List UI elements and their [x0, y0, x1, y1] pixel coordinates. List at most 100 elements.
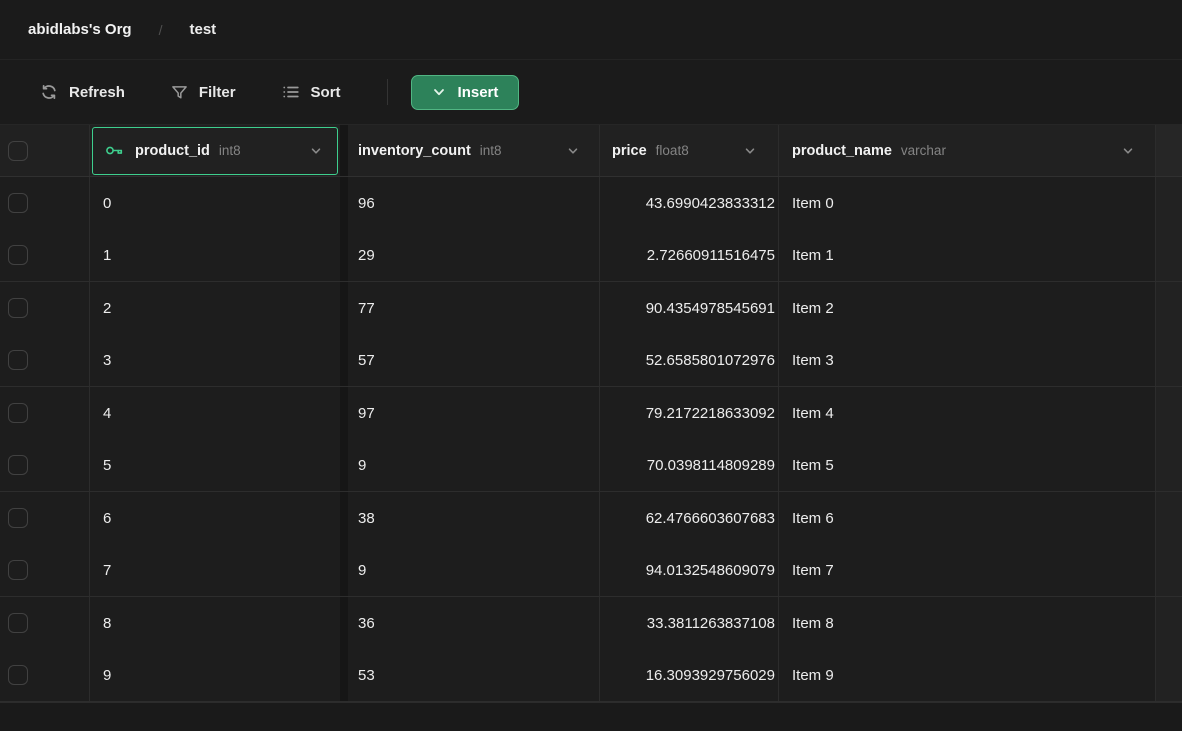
cell-product-name[interactable]: Item 4 [779, 387, 1156, 440]
column-header-product-id-selected[interactable]: product_id int8 [92, 127, 338, 175]
cell-price[interactable]: 33.3811263837108 [600, 597, 779, 650]
cell-inventory-count[interactable]: 9 [348, 440, 600, 492]
cell-inventory-count[interactable]: 53 [348, 650, 600, 702]
row-checkbox[interactable] [8, 193, 28, 213]
column-name: price [612, 143, 647, 159]
cell-price[interactable]: 2.72660911516475 [600, 230, 779, 282]
column-header-product-id: product_id int8 [90, 125, 340, 176]
cell-product-id[interactable]: 9 [90, 650, 340, 702]
grid-gutter [1156, 597, 1182, 650]
cell-price[interactable]: 43.6990423833312 [600, 177, 779, 230]
breadcrumb-table[interactable]: test [189, 21, 216, 38]
row-select-cell [0, 335, 90, 387]
cell-value: 6 [103, 510, 111, 527]
cell-inventory-count[interactable]: 57 [348, 335, 600, 387]
select-all-cell [0, 125, 90, 176]
sort-button[interactable]: Sort [278, 77, 345, 107]
cell-value: 2 [103, 300, 111, 317]
row-checkbox[interactable] [8, 350, 28, 370]
cell-inventory-count[interactable]: 29 [348, 230, 600, 282]
column-spacer [340, 545, 348, 597]
grid-gutter [1156, 177, 1182, 230]
column-spacer [340, 177, 348, 230]
row-checkbox[interactable] [8, 455, 28, 475]
row-checkbox[interactable] [8, 665, 28, 685]
cell-inventory-count[interactable]: 77 [348, 282, 600, 335]
cell-product-id[interactable]: 3 [90, 335, 340, 387]
cell-inventory-count[interactable]: 38 [348, 492, 600, 545]
table-row: 3 57 52.6585801072976 Item 3 [0, 335, 1182, 388]
cell-price[interactable]: 79.2172218633092 [600, 387, 779, 440]
row-checkbox[interactable] [8, 403, 28, 423]
cell-product-id[interactable]: 8 [90, 597, 340, 650]
cell-product-id[interactable]: 6 [90, 492, 340, 545]
row-checkbox[interactable] [8, 245, 28, 265]
select-all-checkbox[interactable] [8, 141, 28, 161]
cell-product-name[interactable]: Item 3 [779, 335, 1156, 387]
column-spacer [340, 597, 348, 650]
cell-price[interactable]: 16.3093929756029 [600, 650, 779, 702]
cell-value: Item 8 [792, 615, 834, 632]
cell-value: 1 [103, 247, 111, 264]
cell-product-name[interactable]: Item 6 [779, 492, 1156, 545]
chevron-down-icon[interactable] [309, 144, 323, 158]
cell-product-id[interactable]: 2 [90, 282, 340, 335]
cell-value: 53 [358, 667, 375, 684]
column-type: varchar [901, 143, 946, 158]
column-header-inventory-count[interactable]: inventory_count int8 [348, 125, 600, 176]
column-type: float8 [656, 143, 689, 158]
cell-product-name[interactable]: Item 7 [779, 545, 1156, 597]
cell-product-name[interactable]: Item 8 [779, 597, 1156, 650]
cell-value: 70.0398114809289 [647, 457, 775, 474]
cell-product-name[interactable]: Item 1 [779, 230, 1156, 282]
grid-gutter [1156, 335, 1182, 387]
toolbar-divider [387, 79, 388, 105]
row-checkbox[interactable] [8, 613, 28, 633]
row-checkbox[interactable] [8, 508, 28, 528]
cell-inventory-count[interactable]: 97 [348, 387, 600, 440]
refresh-button[interactable]: Refresh [36, 77, 129, 107]
cell-product-id[interactable]: 5 [90, 440, 340, 492]
chevron-down-icon[interactable] [566, 144, 580, 158]
cell-price[interactable]: 62.4766603607683 [600, 492, 779, 545]
chevron-down-icon[interactable] [1121, 144, 1135, 158]
cell-product-name[interactable]: Item 0 [779, 177, 1156, 230]
cell-price[interactable]: 94.0132548609079 [600, 545, 779, 597]
cell-product-id[interactable]: 7 [90, 545, 340, 597]
grid-gutter [1156, 440, 1182, 492]
cell-price[interactable]: 52.6585801072976 [600, 335, 779, 387]
list-icon [282, 83, 300, 101]
cell-product-name[interactable]: Item 9 [779, 650, 1156, 702]
cell-value: 9 [358, 457, 366, 474]
column-header-price[interactable]: price float8 [600, 125, 779, 176]
column-header-product-name[interactable]: product_name varchar [779, 125, 1156, 176]
column-type: int8 [480, 143, 502, 158]
cell-product-name[interactable]: Item 5 [779, 440, 1156, 492]
row-checkbox[interactable] [8, 560, 28, 580]
cell-value: 62.4766603607683 [646, 510, 775, 527]
filter-button[interactable]: Filter [167, 78, 240, 107]
cell-value: 38 [358, 510, 375, 527]
cell-value: 3 [103, 352, 111, 369]
chevron-down-icon[interactable] [743, 144, 757, 158]
cell-value: 43.6990423833312 [646, 195, 775, 212]
table-row: 5 9 70.0398114809289 Item 5 [0, 440, 1182, 493]
cell-inventory-count[interactable]: 36 [348, 597, 600, 650]
cell-inventory-count[interactable]: 96 [348, 177, 600, 230]
insert-button[interactable]: Insert [411, 75, 520, 110]
cell-product-id[interactable]: 4 [90, 387, 340, 440]
cell-price[interactable]: 70.0398114809289 [600, 440, 779, 492]
refresh-icon [40, 83, 58, 101]
cell-inventory-count[interactable]: 9 [348, 545, 600, 597]
cell-value: Item 3 [792, 352, 834, 369]
cell-product-id[interactable]: 0 [90, 177, 340, 230]
cell-product-name[interactable]: Item 2 [779, 282, 1156, 335]
cell-value: Item 7 [792, 562, 834, 579]
grid-gutter [1156, 650, 1182, 702]
column-spacer [340, 125, 348, 176]
breadcrumb-org[interactable]: abidlabs's Org [28, 21, 132, 38]
row-checkbox[interactable] [8, 298, 28, 318]
cell-value: 29 [358, 247, 375, 264]
cell-price[interactable]: 90.4354978545691 [600, 282, 779, 335]
cell-product-id[interactable]: 1 [90, 230, 340, 282]
